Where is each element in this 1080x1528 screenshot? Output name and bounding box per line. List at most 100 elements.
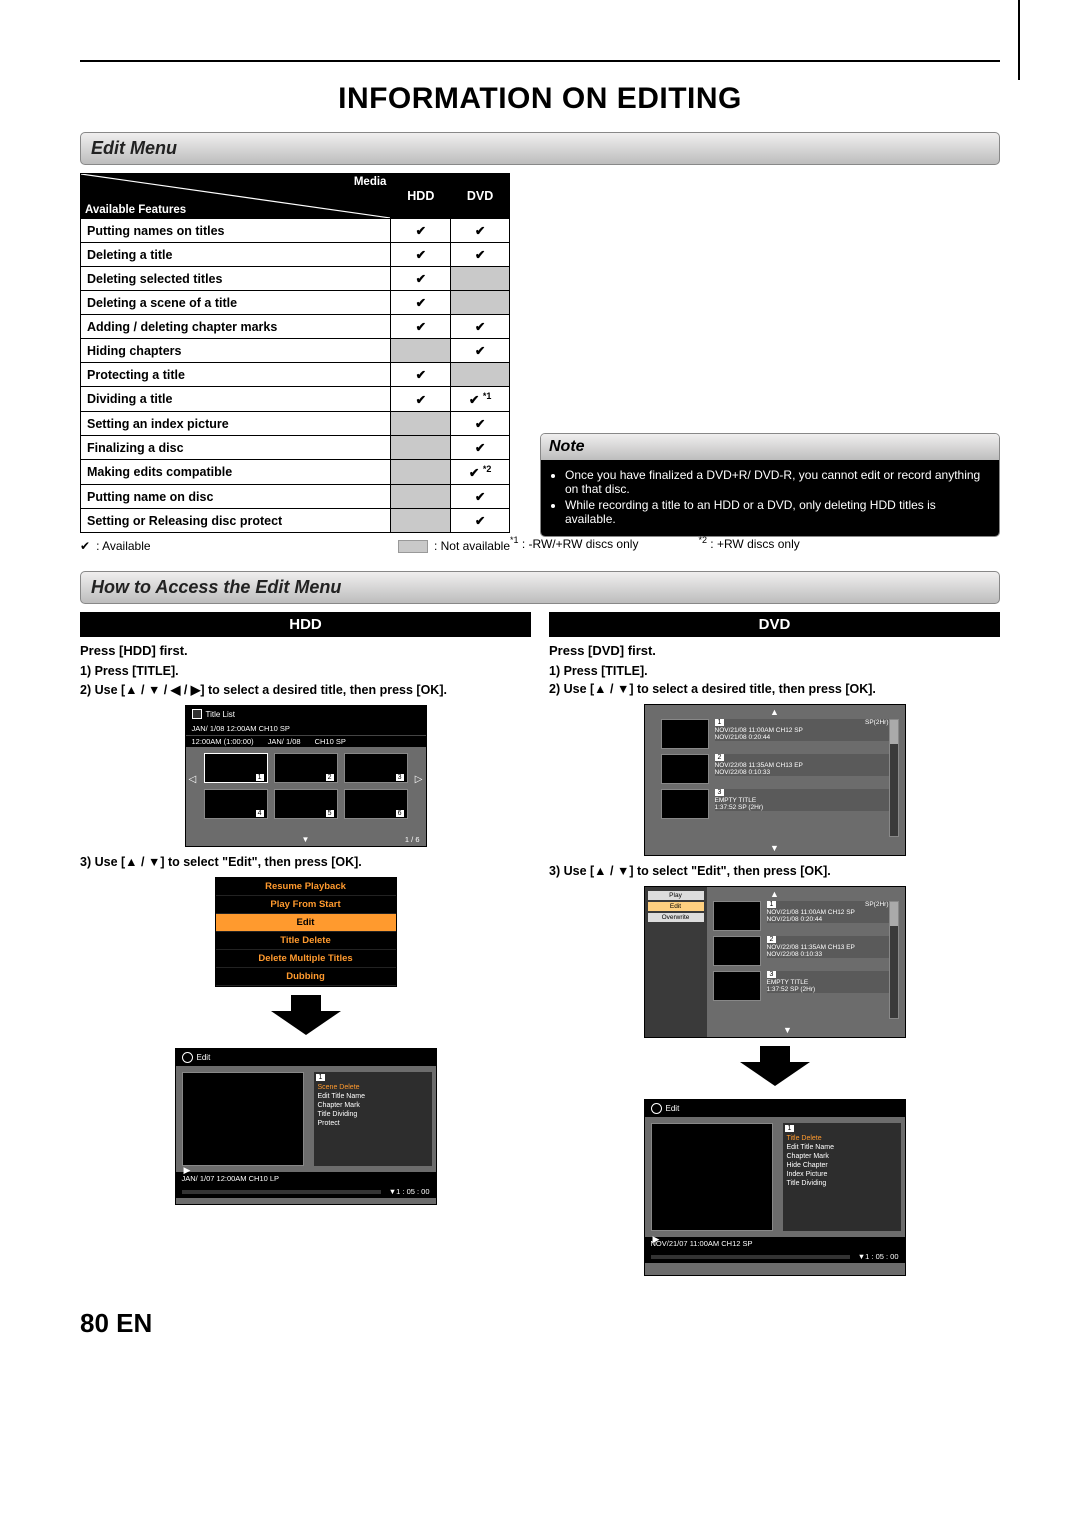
- feature-label: Putting name on disc: [81, 485, 391, 509]
- hdd-column: HDD Press [HDD] first. 1) Press [TITLE].…: [80, 612, 531, 1284]
- menu-item: Resume Playback: [216, 878, 396, 896]
- hdd-step3: 3) Use [▲ / ▼] to select "Edit", then pr…: [80, 855, 531, 869]
- feature-label: Deleting selected titles: [81, 267, 391, 291]
- edit-option: Index Picture: [783, 1170, 901, 1179]
- feature-cell: [391, 485, 451, 509]
- feature-cell: [451, 291, 510, 315]
- dvd-step3: 3) Use [▲ / ▼] to select "Edit", then pr…: [549, 864, 1000, 878]
- dvd-pe-menu-item: Edit: [648, 902, 704, 911]
- dvd-thumbnail: [713, 901, 761, 931]
- feature-cell: [391, 387, 451, 412]
- legend-check-icon: [80, 539, 90, 553]
- edit-bar-track: [651, 1255, 850, 1259]
- edit-thumbnail: [651, 1123, 773, 1231]
- col-dvd: DVD: [451, 174, 510, 219]
- dvd-thumbnail: [661, 719, 709, 749]
- feature-label: Dividing a title: [81, 387, 391, 412]
- edit-thumbnail: [182, 1072, 304, 1166]
- dvd-header: DVD: [549, 612, 1000, 637]
- dvd-edit-options: 1Title DeleteEdit Title NameChapter Mark…: [783, 1123, 901, 1231]
- title-list-page: 1 / 6: [405, 835, 420, 844]
- feature-cell: [451, 267, 510, 291]
- hdd-edit-footer-time: 1 : 05 : 00: [396, 1187, 429, 1196]
- title-cell: 4: [204, 789, 268, 819]
- note-item: While recording a title to an HDD or a D…: [565, 498, 989, 526]
- feature-cell: [451, 363, 510, 387]
- title-list-icon: [192, 709, 202, 719]
- feature-label: Putting names on titles: [81, 219, 391, 243]
- header-available-features: Available Features: [85, 204, 186, 216]
- table-diag-header: Media Available Features: [81, 174, 391, 219]
- title-list-title: Title List: [206, 710, 236, 719]
- dvd-title-row: 1SP(2Hr)NOV/21/08 11:00AM CH12 SPNOV/21/…: [661, 719, 889, 749]
- edit-option: Protect: [314, 1119, 432, 1128]
- dvd-thumbnail: [661, 754, 709, 784]
- dvd-thumbnail: [713, 936, 761, 966]
- feature-cell: [391, 291, 451, 315]
- dvd-step2: 2) Use [▲ / ▼] to select a desired title…: [549, 682, 1000, 696]
- feature-label: Hiding chapters: [81, 339, 391, 363]
- title-cell: 6: [344, 789, 408, 819]
- dvd-play-edit-menu: PlayEditOverwrite: [645, 887, 707, 1037]
- menu-item: Dubbing: [216, 968, 396, 986]
- dvd-column: DVD Press [DVD] first. 1) Press [TITLE].…: [549, 612, 1000, 1284]
- feature-cell: [391, 219, 451, 243]
- hdd-press-first: Press [HDD] first.: [80, 643, 531, 658]
- hdd-edit-screen: Edit 1Scene DeleteEdit Title NameChapter…: [175, 1048, 437, 1205]
- menu-item: Edit: [216, 914, 396, 932]
- legend-not-available: : Not available: [434, 539, 510, 553]
- note-item: Once you have finalized a DVD+R/ DVD-R, …: [565, 468, 989, 496]
- dvd-title-row: 1SP(2Hr)NOV/21/08 11:00AM CH12 SPNOV/21/…: [713, 901, 889, 931]
- dvd-edit-footer-time: 1 : 05 : 00: [865, 1252, 898, 1261]
- footnote1-mark: *1: [510, 535, 519, 545]
- dvd-thumbnail: [661, 789, 709, 819]
- menu-item: Play From Start: [216, 896, 396, 914]
- footnote2: : +RW discs only: [710, 537, 799, 551]
- feature-label: Setting an index picture: [81, 412, 391, 436]
- dvd-play-edit-screen: ▲ PlayEditOverwrite 1SP(2Hr)NOV/21/08 11…: [644, 886, 906, 1038]
- edit-icon: [182, 1052, 193, 1063]
- legend-available: : Available: [96, 539, 151, 553]
- feature-cell: [391, 509, 451, 533]
- note-heading: Note: [541, 434, 999, 460]
- feature-cell: [451, 509, 510, 533]
- footnote2-mark: *2: [698, 535, 707, 545]
- play-icon: ▶: [184, 1165, 191, 1176]
- arrow-right-icon: ▷: [415, 774, 423, 785]
- hdd-title-list-screen: Title List JAN/ 1/08 12:00AM CH10 SP 12:…: [185, 705, 427, 847]
- title-cell: 2: [274, 753, 338, 783]
- title-cell: 3: [344, 753, 408, 783]
- play-icon: ▶: [653, 1234, 660, 1245]
- feature-cell: [391, 436, 451, 460]
- feature-cell: [391, 243, 451, 267]
- feature-cell: [391, 339, 451, 363]
- title-list-time: 12:00AM (1:00:00): [192, 737, 254, 746]
- feature-label: Setting or Releasing disc protect: [81, 509, 391, 533]
- hdd-edit-footer-title: JAN/ 1/07 12:00AM CH10 LP: [176, 1172, 436, 1185]
- feature-cell: [451, 243, 510, 267]
- feature-label: Finalizing a disc: [81, 436, 391, 460]
- dvd-step1: 1) Press [TITLE].: [549, 664, 1000, 678]
- edit-bar-track: [182, 1190, 381, 1194]
- dvd-pe-menu-item: Play: [648, 891, 704, 900]
- page-number: 80: [80, 1308, 109, 1338]
- feature-cell: [451, 412, 510, 436]
- feature-label: Protecting a title: [81, 363, 391, 387]
- hdd-popup-menu: Resume PlaybackPlay From StartEditTitle …: [215, 877, 397, 987]
- edit-option: Chapter Mark: [783, 1152, 901, 1161]
- big-arrow-icon: [549, 1046, 1000, 1091]
- page-lang: EN: [116, 1308, 152, 1338]
- feature-label: Deleting a scene of a title: [81, 291, 391, 315]
- col-hdd: HDD: [391, 174, 451, 219]
- edit-icon: [651, 1103, 662, 1114]
- top-rule: [80, 60, 1000, 62]
- page-title: INFORMATION ON EDITING: [80, 82, 1000, 116]
- header-media: Media: [354, 176, 387, 188]
- edit-option: Scene Delete: [314, 1083, 432, 1092]
- arrow-up-icon: ▲: [770, 707, 779, 717]
- feature-cell: [451, 219, 510, 243]
- feature-cell: *1: [451, 387, 510, 412]
- arrow-down-icon: ▼: [302, 835, 310, 844]
- section-how-to-access: How to Access the Edit Menu: [80, 571, 1000, 604]
- hdd-step2: 2) Use [▲ / ▼ / ◀ / ▶] to select a desir…: [80, 682, 531, 697]
